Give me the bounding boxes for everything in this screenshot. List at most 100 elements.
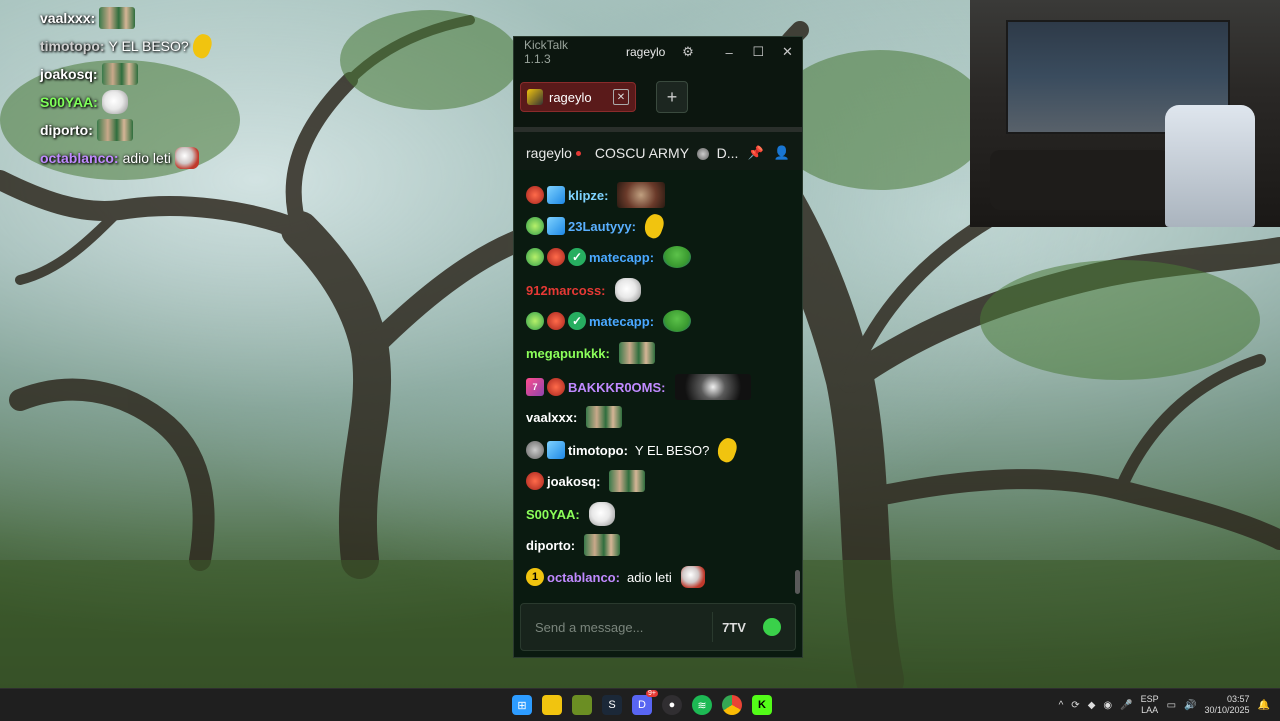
group-emote-icon xyxy=(101,63,138,85)
dark-emote-icon[interactable] xyxy=(674,374,751,400)
spotify-icon[interactable]: ≋ xyxy=(692,695,712,715)
chat-username[interactable]: BAKKKR0OMS: xyxy=(568,380,666,395)
language-indicator[interactable]: ESP LAA xyxy=(1141,694,1159,716)
gray-badge-icon[interactable] xyxy=(526,441,544,459)
red-badge-icon[interactable] xyxy=(526,186,544,204)
frog-emote-icon[interactable] xyxy=(663,246,692,268)
emote-picker-icon[interactable]: 7TV xyxy=(712,612,749,642)
kick-emote-button[interactable] xyxy=(757,612,787,642)
minimize-icon[interactable]: – xyxy=(715,37,744,67)
obs-icon[interactable]: ● xyxy=(662,695,682,715)
skull-emote-icon[interactable] xyxy=(617,182,666,208)
dog-emote-icon[interactable] xyxy=(614,278,641,302)
chat-message[interactable]: vaalxxx: xyxy=(526,406,623,428)
user-icon[interactable]: 👤 xyxy=(774,145,790,161)
gear-icon[interactable]: ⚙ xyxy=(673,37,702,67)
webcam-sofa xyxy=(990,150,1170,210)
group-emote-icon xyxy=(96,119,133,141)
pinned-message[interactable]: COSCU ARMY D... xyxy=(595,145,738,161)
chat-message[interactable]: ✓ matecapp: xyxy=(526,246,692,268)
chat-username[interactable]: megapunkkk: xyxy=(526,346,610,361)
volume-icon[interactable]: 🔊 xyxy=(1184,700,1196,711)
discord-icon[interactable]: D 9+ xyxy=(632,690,658,715)
verified-badge-icon[interactable]: ✓ xyxy=(568,248,586,266)
kicktalk-taskbar-icon[interactable] xyxy=(572,695,592,715)
file-explorer-icon[interactable] xyxy=(542,695,562,715)
overlay-chat-line: joakosq: xyxy=(40,60,320,88)
chat-message[interactable]: 1 octablanco: adio leti xyxy=(526,566,705,588)
group-emote-icon[interactable] xyxy=(618,342,655,364)
chat-message[interactable]: 23Lautyyy: xyxy=(526,211,667,241)
alien-badge-icon[interactable] xyxy=(526,248,544,266)
chat-message[interactable]: 912marcoss: xyxy=(526,278,641,302)
chat-username[interactable]: 912marcoss: xyxy=(526,283,606,298)
chat-message[interactable]: megapunkkk: xyxy=(526,342,655,364)
chat-username[interactable]: diporto: xyxy=(526,538,575,553)
clock[interactable]: 03:57 30/10/2025 xyxy=(1205,694,1250,716)
cube-badge-icon[interactable] xyxy=(547,186,565,204)
pinned-emote-icon xyxy=(696,148,709,161)
close-tab-icon[interactable]: ✕ xyxy=(613,89,629,105)
alien-badge-icon[interactable] xyxy=(526,217,544,235)
chat-username[interactable]: octablanco: xyxy=(547,570,620,585)
chat-message-text: Y EL BESO? xyxy=(634,442,710,458)
overlay-message-text: adio leti xyxy=(122,150,171,166)
red-badge-icon[interactable] xyxy=(526,472,544,490)
close-icon[interactable]: ✕ xyxy=(773,37,802,67)
banana-emote-icon[interactable] xyxy=(714,435,740,465)
scrollbar-thumb[interactable] xyxy=(795,570,800,594)
chrome-icon[interactable] xyxy=(722,695,742,715)
tab-rageylo[interactable]: rageylo ✕ xyxy=(520,82,636,112)
title-bar[interactable]: KickTalk 1.1.3 rageylo ⚙ – ☐ ✕ xyxy=(514,37,802,67)
fist-emote-icon xyxy=(174,147,199,169)
network-icon[interactable]: ◉ xyxy=(1103,700,1112,711)
alien-badge-icon[interactable] xyxy=(526,312,544,330)
chat-message[interactable]: diporto: xyxy=(526,534,621,556)
chat-messages[interactable]: klipze: 23Lautyyy: ✓ matecapp: 912marcoss: ✓ m… xyxy=(514,170,802,598)
verified-badge-icon[interactable]: ✓ xyxy=(568,312,586,330)
chat-message[interactable]: ✓ matecapp: xyxy=(526,310,692,332)
banana-emote-icon[interactable] xyxy=(641,211,667,241)
chat-username[interactable]: S00YAA: xyxy=(526,507,580,522)
dog-emote-icon[interactable] xyxy=(588,502,615,526)
group-emote-icon[interactable] xyxy=(586,406,623,428)
group-emote-icon[interactable] xyxy=(609,470,646,492)
steam-icon[interactable]: S xyxy=(602,695,622,715)
chat-username[interactable]: 23Lautyyy: xyxy=(568,219,636,234)
red-badge-icon[interactable] xyxy=(547,248,565,266)
chat-username[interactable]: vaalxxx: xyxy=(526,410,577,425)
microphone-icon[interactable]: 🎤 xyxy=(1120,700,1132,711)
sub-badge-icon[interactable]: 7 xyxy=(526,378,544,396)
red-badge-icon[interactable] xyxy=(547,378,565,396)
pin-icon[interactable]: 📌 xyxy=(748,145,764,161)
discord-badge: 9+ xyxy=(646,690,658,697)
chat-username[interactable]: matecapp: xyxy=(589,250,654,265)
chat-username[interactable]: joakosq: xyxy=(547,474,600,489)
chevron-up-icon[interactable]: ^ xyxy=(1059,700,1064,711)
one-badge-icon[interactable]: 1 xyxy=(526,568,544,586)
chat-username[interactable]: timotopo: xyxy=(568,443,628,458)
group-emote-icon[interactable] xyxy=(584,534,621,556)
frog-emote-icon[interactable] xyxy=(663,310,692,332)
sync-icon[interactable]: ⟳ xyxy=(1071,700,1079,711)
chat-message[interactable]: klipze: xyxy=(526,182,666,208)
maximize-icon[interactable]: ☐ xyxy=(744,37,773,67)
shield-icon[interactable]: ◆ xyxy=(1088,700,1096,711)
add-tab-button[interactable]: + xyxy=(656,81,688,113)
chat-username[interactable]: matecapp: xyxy=(589,314,654,329)
stream-overlay-chat: vaalxxx: timotopo: Y EL BESO? joakosq: S00YA… xyxy=(40,4,320,172)
notification-icon[interactable]: 🔔 xyxy=(1258,700,1270,711)
kick-icon[interactable]: K xyxy=(752,695,772,715)
chat-message[interactable]: 7 BAKKKR0OMS: xyxy=(526,374,751,400)
message-input[interactable] xyxy=(533,618,707,636)
chat-message[interactable]: S00YAA: xyxy=(526,502,615,526)
cube-badge-icon[interactable] xyxy=(547,217,565,235)
chat-username[interactable]: klipze: xyxy=(568,188,608,203)
chat-message[interactable]: timotopo: Y EL BESO? xyxy=(526,435,740,465)
cube-badge-icon[interactable] xyxy=(547,441,565,459)
windows-start-icon[interactable]: ⊞ xyxy=(512,695,532,715)
red-badge-icon[interactable] xyxy=(547,312,565,330)
display-icon[interactable]: ▭ xyxy=(1167,700,1176,711)
fist-emote-icon[interactable] xyxy=(680,566,705,588)
chat-message[interactable]: joakosq: xyxy=(526,470,646,492)
